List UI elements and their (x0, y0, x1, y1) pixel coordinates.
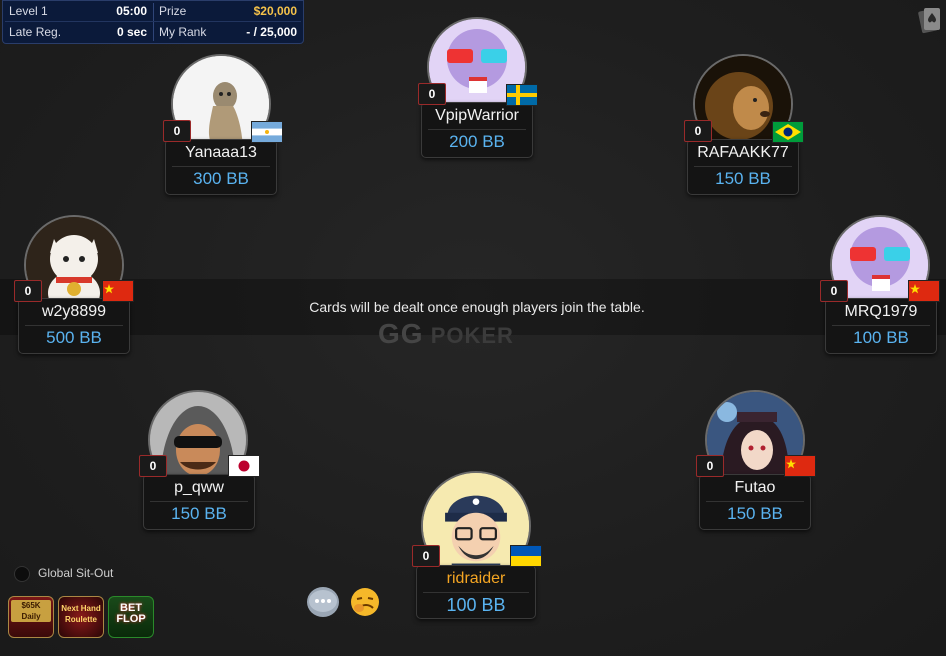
ggpoker-watermark: GG POKER (378, 318, 514, 349)
bet-flop-icon[interactable]: BET FLOP (108, 596, 154, 638)
player-name: MRQ1979 (844, 303, 918, 320)
divider (150, 501, 248, 502)
sitout-label: Global Sit-Out (38, 566, 114, 581)
chat-bubble-icon[interactable] (307, 587, 339, 617)
player-name: p_qww (174, 479, 224, 496)
ukraine-flag-icon (510, 545, 542, 567)
brazil-flag-icon (772, 121, 804, 143)
player-name: Yanaaa13 (185, 144, 257, 161)
player-plate: w2y8899 500 BB (18, 298, 130, 354)
daily-prize-label: $65K Daily (11, 600, 51, 622)
emoji-icon[interactable] (349, 586, 381, 616)
prize-label: Prize (159, 4, 187, 18)
player-name: w2y8899 (41, 303, 107, 320)
player-stack: 150 BB (727, 504, 783, 523)
level-timer: 05:00 (116, 4, 147, 18)
daily-prize-icon[interactable]: $65K Daily (8, 596, 54, 638)
bounty-badge: 0 (412, 545, 440, 567)
divider (172, 166, 270, 167)
player-name: VpipWarrior (435, 107, 519, 124)
japan-flag-icon (228, 455, 260, 477)
tournament-info-panel: Level 1 05:00 Late Reg. 0 sec Prize $20,… (2, 0, 304, 44)
bet-flop-label: BET FLOP (116, 602, 146, 625)
bounty-badge: 0 (696, 455, 724, 477)
bounty-badge: 0 (163, 120, 191, 142)
table-message: Cards will be dealt once enough players … (309, 299, 645, 315)
player-stack: 300 BB (193, 169, 249, 188)
player-stack: 100 BB (446, 595, 506, 615)
global-sitout-toggle[interactable]: Global Sit-Out (14, 566, 113, 582)
card-deck-icon[interactable] (918, 6, 942, 34)
divider (832, 325, 930, 326)
player-stack: 200 BB (449, 132, 505, 151)
divider (428, 129, 526, 130)
prize-value: $20,000 (253, 4, 297, 18)
player-stack: 100 BB (853, 328, 909, 347)
china-flag-icon (908, 280, 940, 302)
player-stack: 150 BB (715, 169, 771, 188)
sweden-flag-icon (506, 84, 538, 106)
bounty-badge: 0 (139, 455, 167, 477)
bounty-badge: 0 (418, 83, 446, 105)
rank-value: - / 25,000 (246, 25, 297, 39)
divider (153, 3, 154, 41)
player-name: ridraider (446, 570, 506, 587)
divider (706, 501, 804, 502)
sitout-radio[interactable] (14, 566, 30, 582)
player-plate: ridraider 100 BB (416, 565, 536, 619)
bounty-badge: 0 (684, 120, 712, 142)
player-plate: Yanaaa13 300 BB (165, 139, 277, 195)
player-stack: 150 BB (171, 504, 227, 523)
rank-label: My Rank (159, 25, 207, 39)
player-plate: MRQ1979 100 BB (825, 298, 937, 354)
divider (694, 166, 792, 167)
player-name: RAFAAKK77 (697, 144, 789, 161)
roulette-icon[interactable]: Next Hand Roulette (58, 596, 104, 638)
divider (423, 592, 529, 593)
player-plate: Futao 150 BB (699, 474, 811, 530)
china-flag-icon (784, 455, 816, 477)
bounty-badge: 0 (14, 280, 42, 302)
player-plate: VpipWarrior 200 BB (421, 102, 533, 158)
player-name: Futao (734, 479, 776, 496)
poker-table: Level 1 05:00 Late Reg. 0 sec Prize $20,… (0, 0, 946, 656)
divider (25, 325, 123, 326)
china-flag-icon (102, 280, 134, 302)
level-label: Level 1 (9, 4, 48, 18)
bounty-badge: 0 (820, 280, 848, 302)
roulette-label: Next Hand Roulette (61, 604, 101, 624)
late-reg-label: Late Reg. (9, 25, 62, 39)
late-reg-value: 0 sec (116, 25, 147, 39)
argentina-flag-icon (251, 121, 283, 143)
player-plate: p_qww 150 BB (143, 474, 255, 530)
player-plate: RAFAAKK77 150 BB (687, 139, 799, 195)
player-stack: 500 BB (46, 328, 102, 347)
